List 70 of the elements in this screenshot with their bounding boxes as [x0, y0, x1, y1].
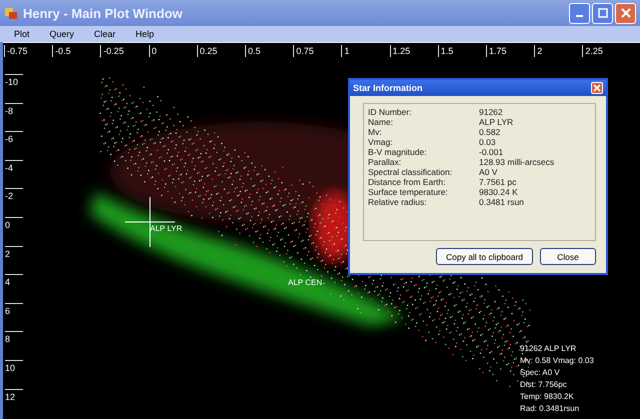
- field-label: B-V magnitude:: [368, 147, 428, 157]
- field-value: ALP LYR: [479, 117, 514, 127]
- axis-tick-label: 8: [5, 331, 23, 344]
- field-value: -0.001: [479, 147, 504, 157]
- menu-item[interactable]: Clear: [84, 29, 126, 39]
- maximize-icon: [598, 8, 608, 18]
- axis-tick-label: 1.5: [438, 45, 454, 57]
- close-icon: [593, 84, 601, 92]
- menu-item[interactable]: Query: [40, 29, 84, 39]
- star-info-text: Rad: 0.3481rsun: [520, 403, 580, 415]
- dialog-title: Star Information: [353, 83, 424, 93]
- axis-tick-label: 0.75: [293, 45, 314, 57]
- field-value: 0.03: [479, 137, 496, 147]
- field-label: Spectral classification:: [368, 167, 454, 177]
- axis-tick-label: 10: [5, 360, 23, 373]
- axis-tick-label: -10: [5, 74, 23, 87]
- axis-tick-label: 0.5: [245, 45, 261, 57]
- field-value: A0 V: [479, 167, 498, 177]
- field-value: 0.3481 rsun: [479, 197, 524, 207]
- minimize-button[interactable]: [569, 2, 590, 24]
- axis-tick-label: 0: [5, 217, 23, 230]
- axis-tick-label: -2: [5, 188, 23, 202]
- app-icon: [4, 6, 18, 20]
- close-button[interactable]: [615, 2, 636, 24]
- star-info-text: 91262 ALP LYR: [520, 343, 578, 355]
- axis-tick-label: 6: [5, 302, 23, 316]
- star-info-text: Temp: 9830.2K: [520, 391, 575, 403]
- field-label: Parallax:: [368, 157, 402, 167]
- axis-tick-label: -0.25: [100, 45, 124, 57]
- field-value: 9830.24 K: [479, 187, 518, 197]
- menu-item[interactable]: Help: [126, 29, 164, 39]
- dialog-button[interactable]: Copy all to clipboard: [436, 248, 533, 265]
- axis-tick-label: -6: [5, 131, 23, 144]
- axis-tick-label: 2: [534, 45, 542, 57]
- field-label: Surface temperature:: [368, 187, 449, 197]
- axis-tick-label: 0.25: [196, 45, 218, 57]
- field-label: Distance from Earth:: [368, 177, 446, 187]
- star-label: ALP CEN: [288, 278, 322, 287]
- field-label: Mv:: [368, 127, 383, 137]
- close-button[interactable]: [591, 82, 603, 94]
- field-value: 7.7561 pc: [479, 177, 516, 187]
- field-value: 0.582: [479, 127, 500, 137]
- dialog-button[interactable]: Close: [540, 248, 596, 265]
- maximize-button[interactable]: [592, 2, 613, 24]
- axis-tick-label: 2.25: [582, 45, 603, 57]
- window-title: Henry - Main Plot Window: [23, 6, 184, 20]
- field-label: Relative radius:: [368, 197, 428, 207]
- axis-tick-label: 0: [148, 45, 157, 57]
- axis-tick-label: -4: [5, 160, 23, 173]
- field-value: 128.93 milli-arcsecs: [479, 157, 554, 167]
- star-label: ALP LYR: [150, 224, 182, 233]
- star-info-text: Mv: 0.58 Vmag: 0.03: [520, 355, 595, 367]
- axis-tick-label: -0.75: [4, 45, 28, 57]
- field-label: ID Number:: [368, 107, 412, 117]
- star-info-text: Spec: A0 V: [520, 367, 561, 379]
- field-label: Name:: [368, 117, 394, 127]
- minimize-icon: [576, 15, 583, 17]
- axis-tick-label: 12: [5, 388, 23, 402]
- field-label: Vmag:: [368, 137, 394, 147]
- axis-tick-label: 2: [5, 246, 23, 259]
- axis-tick-label: 4: [5, 274, 23, 288]
- axis-tick-label: 1: [341, 45, 350, 57]
- menu-item[interactable]: Plot: [4, 29, 40, 39]
- axis-tick-label: 1.25: [390, 45, 410, 57]
- axis-tick-label: -8: [5, 102, 23, 116]
- star-info-text: Dist: 7.756pc: [520, 379, 568, 391]
- close-icon: [620, 8, 630, 18]
- field-value: 91262: [479, 107, 503, 117]
- axis-tick-label: 1.75: [486, 45, 507, 57]
- axis-tick-label: -0.5: [52, 45, 71, 57]
